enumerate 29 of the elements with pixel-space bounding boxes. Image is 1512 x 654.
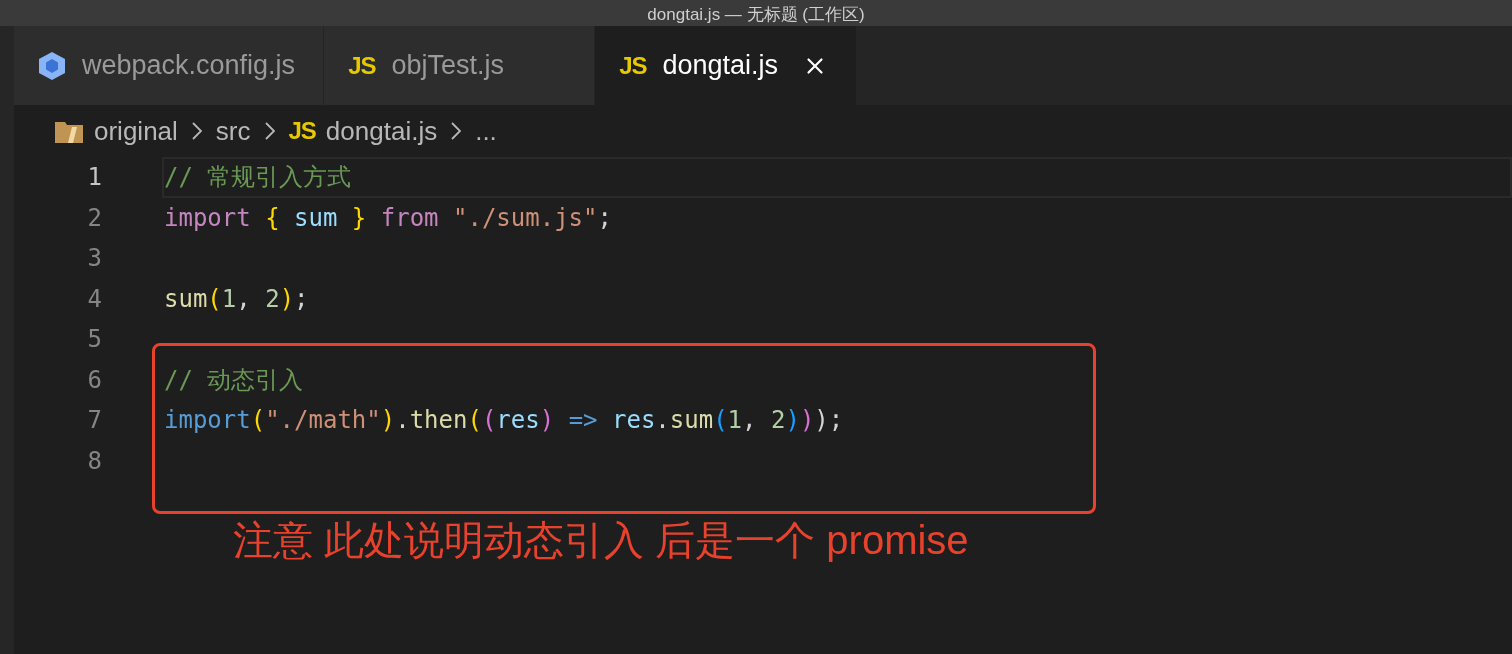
- js-icon: JS: [619, 51, 647, 80]
- code-line: sum(1, 2);: [164, 284, 309, 313]
- line-number: 5: [86, 325, 102, 354]
- code-line: import("./math").then((res) => res.sum(1, 2)));: [164, 406, 844, 435]
- line-number: 3: [86, 244, 102, 273]
- breadcrumb-item[interactable]: JS dongtai.js: [288, 115, 438, 147]
- line-number: 2: [86, 203, 102, 232]
- annotation-note: 注意 此处说明动态引入 后是一个 promise: [233, 517, 970, 564]
- window-title: dongtai.js — 无标题 (工作区): [647, 4, 865, 26]
- breadcrumb-item[interactable]: original: [54, 115, 178, 147]
- js-icon: JS: [348, 51, 376, 80]
- line-number: 6: [86, 365, 102, 394]
- cube-icon: [38, 50, 66, 81]
- line-number: 7: [86, 406, 102, 435]
- line-number: 1: [86, 163, 102, 192]
- breadcrumb-item[interactable]: src: [215, 115, 251, 147]
- line-number: 8: [86, 446, 102, 475]
- js-icon: JS: [288, 117, 316, 145]
- editor-tab[interactable]: JS objTest.js: [324, 26, 596, 105]
- editor-tab[interactable]: webpack.config.js: [14, 26, 325, 105]
- code-line: // 动态引入: [164, 364, 304, 396]
- chevron-icon: [191, 122, 202, 140]
- chevron-icon: [264, 122, 275, 140]
- code-line: import { sum } from "./sum.js";: [164, 203, 612, 232]
- code-line: // 常规引入方式: [164, 162, 352, 194]
- editor-tab[interactable]: JS dongtai.js: [595, 26, 858, 105]
- line-number: 4: [86, 284, 102, 313]
- chevron-icon: [451, 122, 462, 140]
- breadcrumb-item[interactable]: ...: [475, 115, 497, 147]
